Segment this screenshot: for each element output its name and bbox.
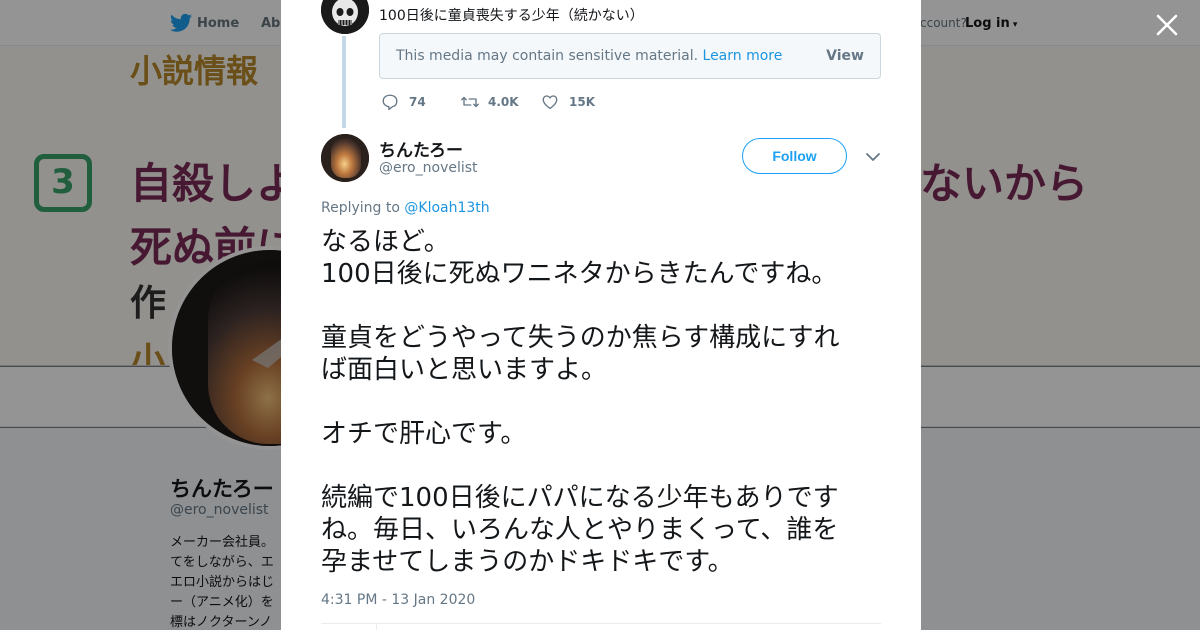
tweet-line: 100日後に死ぬワニネタからきたんですね。: [321, 259, 838, 289]
sensitive-media-notice: This media may contain sensitive materia…: [379, 33, 881, 79]
chevron-down-icon[interactable]: [865, 150, 881, 164]
tweet-line: オチで肝心です。: [321, 419, 527, 449]
tweet-line: ば面白いと思いますよ。: [321, 355, 608, 385]
tweet-modal: 100日後に童貞喪失する少年（続かない） This media may cont…: [281, 0, 921, 630]
tweet-line: 童貞をどうやって失うのか焦らす構成にすれ: [321, 323, 840, 353]
parent-tweet-text: 100日後に童貞喪失する少年（続かない）: [379, 8, 644, 24]
view-media-button[interactable]: View: [826, 48, 864, 64]
like-count: 15K: [569, 95, 595, 109]
close-icon[interactable]: [1154, 12, 1180, 38]
thread-connector: [342, 36, 346, 128]
divider: [321, 623, 881, 624]
tweet-text: なるほど。 100日後に死ぬワニネタからきたんですね。 童貞をどうやって失うのか…: [321, 226, 886, 578]
reply-count: 74: [409, 95, 426, 109]
replying-to: Replying to @Kloah13th: [321, 200, 490, 216]
replying-handle-link[interactable]: @Kloah13th: [404, 200, 489, 216]
retweet-count: 4.0K: [488, 95, 519, 109]
divider: [376, 623, 377, 630]
parent-tweet-avatar[interactable]: [321, 0, 369, 34]
reply-icon: [382, 94, 398, 111]
tweet-line: ね。毎日、いろんな人とやりまくって、誰を: [321, 515, 839, 545]
tweet-author-name[interactable]: ちんたろー: [379, 136, 463, 161]
skull-icon: [321, 0, 369, 34]
tweet-line: 続編で100日後にパパになる少年もありです: [321, 483, 839, 513]
tweet-line: 孕ませてしまうのかドキドキです。: [321, 547, 734, 577]
heart-icon: [542, 95, 558, 110]
replying-prefix: Replying to: [321, 200, 400, 216]
tweet-line: なるほど。: [321, 227, 450, 257]
like-button[interactable]: 15K: [541, 92, 611, 112]
tweet-timestamp[interactable]: 4:31 PM - 13 Jan 2020: [321, 592, 475, 608]
learn-more-link[interactable]: Learn more: [703, 48, 783, 64]
sensitive-notice-label: This media may contain sensitive materia…: [396, 48, 699, 64]
tweet-author-avatar[interactable]: [321, 134, 369, 182]
airplane-window-image: [321, 134, 369, 182]
follow-button[interactable]: Follow: [742, 138, 847, 174]
retweet-button[interactable]: 4.0K: [460, 92, 530, 112]
retweet-icon: [461, 96, 479, 108]
tweet-author-handle[interactable]: @ero_novelist: [379, 160, 478, 176]
reply-button[interactable]: 74: [381, 92, 441, 112]
sensitive-notice-text: This media may contain sensitive materia…: [396, 48, 782, 64]
